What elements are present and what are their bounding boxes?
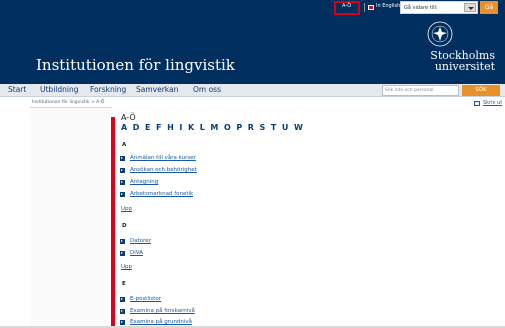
list-item-link[interactable]: Datorer: [130, 238, 151, 244]
print-link[interactable]: Skriv ut: [483, 100, 502, 106]
list-item-link[interactable]: E-postlistor: [130, 296, 161, 302]
list-item-link[interactable]: Examina på grundnivå: [130, 319, 192, 325]
breadcrumb[interactable]: Institutionen för lingvistik > A-Ö: [32, 100, 104, 105]
nav-item-start[interactable]: Start: [8, 85, 26, 94]
a-o-link[interactable]: A-Ö: [342, 3, 351, 9]
nav-item-samverkan[interactable]: Samverkan: [136, 85, 178, 94]
chevron-down-icon[interactable]: [464, 3, 476, 12]
nav-item-om-oss[interactable]: Om oss: [193, 85, 221, 94]
search-placeholder: Sök info och personal: [385, 88, 434, 93]
list-item-link[interactable]: DiVA: [130, 250, 143, 256]
search-input[interactable]: Sök info och personal: [382, 85, 459, 96]
goto-select-label: Gå vidare till:: [404, 5, 438, 11]
list-item-link[interactable]: Ansökan och behörighet: [130, 167, 197, 173]
left-sidebar: [30, 107, 112, 328]
main-navigation: Start Utbildning Forskning Samverkan Om …: [0, 84, 505, 97]
arrow-bullet-icon: [120, 192, 125, 197]
search-button[interactable]: SÖK: [462, 85, 500, 96]
arrow-bullet-icon: [120, 168, 125, 173]
letter-index[interactable]: A D E F H I K L M O P R S T U W: [121, 123, 304, 132]
printer-icon[interactable]: [474, 101, 480, 106]
uk-flag-icon: [368, 5, 374, 10]
separator: [364, 3, 365, 12]
back-to-top-link[interactable]: Upp: [121, 206, 132, 212]
arrow-bullet-icon: [120, 297, 125, 302]
list-item-link[interactable]: Antagning: [130, 179, 158, 185]
arrow-bullet-icon: [120, 309, 125, 314]
page-title: A-Ö: [121, 113, 136, 122]
university-name-line2: universitet: [434, 60, 495, 73]
goto-button[interactable]: Gå: [480, 1, 498, 14]
site-header: A-Ö In English Gå vidare till: Gå Instit…: [0, 0, 505, 84]
arrow-bullet-icon: [120, 156, 125, 161]
nav-item-utbildning[interactable]: Utbildning: [40, 85, 78, 94]
top-utility-bar: A-Ö In English Gå vidare till: Gå: [0, 0, 505, 16]
section-heading-a: A: [122, 142, 127, 148]
arrow-bullet-icon: [120, 320, 125, 325]
arrow-bullet-icon: [120, 251, 125, 256]
arrow-bullet-icon: [120, 239, 125, 244]
list-item-link[interactable]: Anmälan till våra kurser: [130, 155, 196, 161]
goto-select[interactable]: Gå vidare till:: [400, 1, 478, 14]
department-title[interactable]: Institutionen för lingvistik: [36, 56, 235, 74]
back-to-top-link[interactable]: Upp: [121, 264, 132, 270]
university-seal-icon[interactable]: [420, 20, 460, 50]
university-name[interactable]: Stockholms universitet: [430, 50, 495, 72]
highlight-bar: [111, 117, 115, 328]
section-heading-d: D: [122, 223, 127, 229]
list-item-link[interactable]: Examina på forskarnivå: [130, 308, 195, 314]
list-item-link[interactable]: Arbetsmarknad fonetik: [130, 191, 193, 197]
arrow-bullet-icon: [120, 180, 125, 185]
section-heading-e: E: [122, 281, 126, 287]
in-english-link[interactable]: In English: [376, 3, 400, 9]
nav-item-forskning[interactable]: Forskning: [90, 85, 126, 94]
